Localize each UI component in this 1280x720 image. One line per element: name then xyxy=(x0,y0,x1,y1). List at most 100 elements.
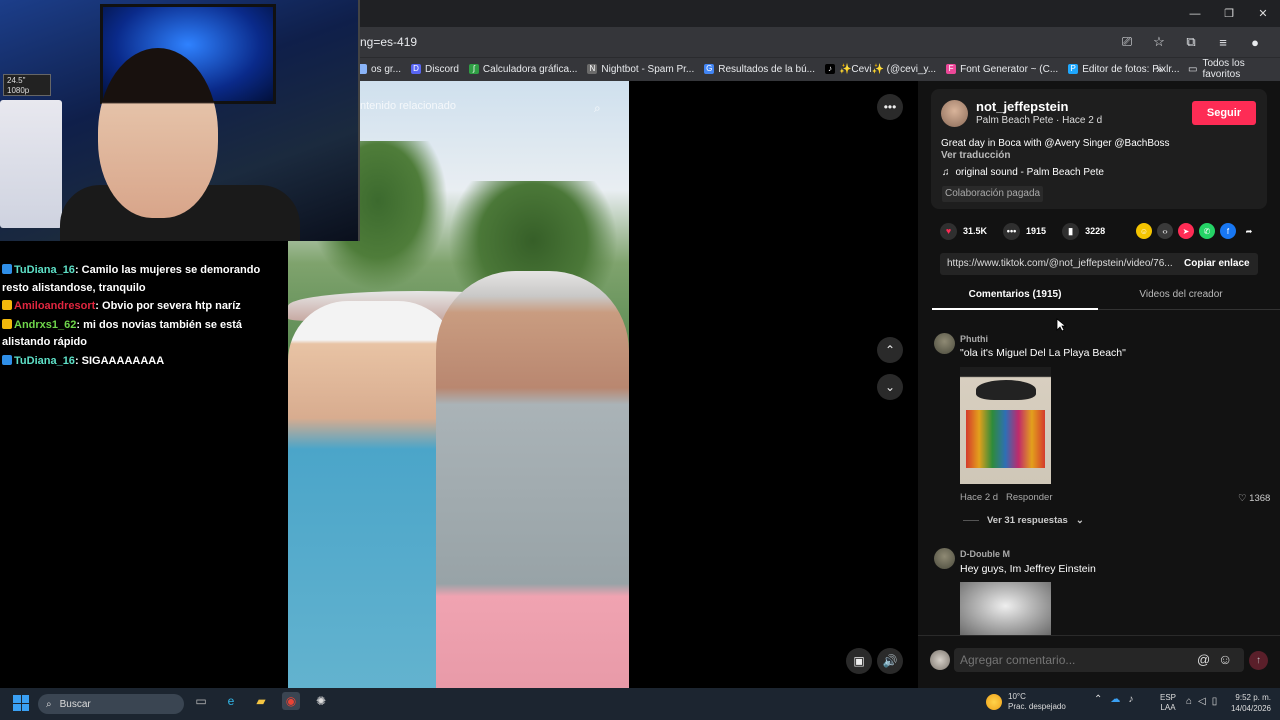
author-subline: Palm Beach Pete · Hace 2 d xyxy=(976,115,1103,126)
profile-icon[interactable]: ● xyxy=(1244,35,1266,50)
chat-message: Andrxs1_62: mi dos novias también se est… xyxy=(0,317,288,352)
address-bar-icons: ⎚ ☆ ⧉ ≡ ● ⋮ xyxy=(1116,27,1280,57)
menu-icon[interactable]: ⋮ xyxy=(1276,34,1280,50)
comment-like-button[interactable]: ♡ 1368 xyxy=(1238,493,1270,504)
taskbar-clock[interactable]: 9:52 p. m. 14/04/2026 xyxy=(1227,692,1271,714)
extensions-icon[interactable]: ⧉ xyxy=(1180,34,1202,50)
bookmarks-more-button[interactable]: » xyxy=(1156,57,1163,81)
commenter-username[interactable]: D-Double M xyxy=(960,549,1010,559)
task-view-icon[interactable]: ▭ xyxy=(192,692,210,710)
lang-secondary: LAA xyxy=(1160,703,1176,712)
bookmark-label: Resultados de la bú... xyxy=(718,63,815,75)
bookmark-item[interactable]: N Nightbot - Spam Pr... xyxy=(587,64,694,75)
music-note-icon: ♫ xyxy=(942,167,950,178)
like-button[interactable]: ♥ 31.5K xyxy=(940,222,988,240)
battery-icon[interactable]: ▯ xyxy=(1212,696,1218,707)
minimize-icon[interactable]: — xyxy=(1178,0,1212,27)
folder-icon: ▭ xyxy=(1188,63,1198,75)
volume-button[interactable]: 🔊 xyxy=(877,648,903,674)
pip-button[interactable]: ▣ xyxy=(846,648,872,674)
all-bookmarks-button[interactable]: ▭ Todos los favoritos xyxy=(1188,57,1280,81)
view-replies-button[interactable]: Ver 31 respuestas ⌄ xyxy=(963,515,1084,526)
edge-icon[interactable]: e xyxy=(222,692,240,710)
embed-icon[interactable]: ‹› xyxy=(1157,223,1173,239)
chat-badge-icon xyxy=(2,300,12,310)
restore-icon[interactable]: ❐ xyxy=(1212,0,1246,27)
save-count: 3228 xyxy=(1085,226,1106,236)
taskbar-search[interactable]: ⌕ Buscar xyxy=(38,694,184,714)
reply-button[interactable]: Responder xyxy=(1006,492,1052,503)
bookmark-item[interactable]: ♪ ✨Cevi✨ (@cevi_y... xyxy=(824,64,936,75)
bookmark-item[interactable]: F Font Generator ~ (C... xyxy=(946,64,1058,75)
comment-button[interactable]: ••• 1915 xyxy=(1003,222,1047,240)
microphone-icon[interactable]: ♪ xyxy=(1128,694,1133,705)
chrome-icon[interactable]: ◉ xyxy=(282,692,300,710)
onedrive-icon[interactable]: ☁ xyxy=(1110,694,1120,705)
send-icon[interactable]: ↑ xyxy=(1249,651,1268,670)
comment-like-count: 1368 xyxy=(1249,493,1271,504)
comment-text: "ola it's Miguel Del La Playa Beach" xyxy=(960,347,1126,359)
commenter-avatar[interactable] xyxy=(934,548,955,569)
author-username[interactable]: not_jeffepstein xyxy=(976,99,1068,114)
bookmark-item[interactable]: D Discord xyxy=(411,64,459,75)
bookmark-icon: ▮ xyxy=(1062,222,1080,240)
post-actions: ♥ 31.5K ••• 1915 ▮ 3228 xyxy=(940,222,1121,240)
tab-creator-videos[interactable]: Videos del creador xyxy=(1098,284,1264,310)
facebook-icon[interactable]: f xyxy=(1220,223,1236,239)
send-to-friend-icon[interactable]: ➤ xyxy=(1178,223,1194,239)
taskbar-apps: ▭ e ▰ ◉ ✺ xyxy=(192,692,330,710)
commenter-avatar[interactable] xyxy=(934,333,955,354)
share-icons: ☺ ‹› ➤ ✆ f ➦ xyxy=(1136,223,1257,239)
video-link[interactable]: https://www.tiktok.com/@not_jeffepstein/… xyxy=(947,253,1175,275)
bookmark-favicon-icon: P xyxy=(1068,64,1079,74)
like-count: 31.5K xyxy=(963,226,988,236)
heart-outline-icon: ♡ xyxy=(1238,493,1247,504)
emoji-icon[interactable]: ☺ xyxy=(1218,651,1232,667)
media-icon[interactable]: ≡ xyxy=(1212,35,1234,50)
webcam-monitor-label: 24.5" 1080p xyxy=(3,74,51,96)
search-icon[interactable]: ⌕ xyxy=(594,101,601,116)
webcam-overlay: 24.5" 1080p xyxy=(0,0,360,241)
url-field[interactable]: ng=es-419 xyxy=(360,27,417,57)
mention-icon[interactable]: @ xyxy=(1197,652,1210,667)
translate-link[interactable]: Ver traducción xyxy=(941,150,1010,161)
my-avatar xyxy=(930,650,950,670)
video-scene-woman xyxy=(288,301,458,688)
file-explorer-icon[interactable]: ▰ xyxy=(252,692,270,710)
tab-comments[interactable]: Comentarios (1915) xyxy=(932,284,1098,310)
next-video-button[interactable]: ⌄ xyxy=(877,374,903,400)
speaker-icon[interactable]: ◁ xyxy=(1198,696,1206,707)
chat-message: TuDiana_16: Camilo las mujeres se demora… xyxy=(0,262,288,297)
comment-count: 1915 xyxy=(1026,226,1047,236)
comment-image[interactable] xyxy=(960,582,1051,635)
sound-link[interactable]: ♫ original sound - Palm Beach Pete xyxy=(942,167,1104,178)
chevron-up-icon[interactable]: ⌃ xyxy=(1094,694,1102,705)
window-controls: — ❐ ✕ xyxy=(1178,0,1280,27)
repost-icon[interactable]: ☺ xyxy=(1136,223,1152,239)
app-icon[interactable]: ✺ xyxy=(312,692,330,710)
cast-icon[interactable]: ⎚ xyxy=(1116,34,1138,50)
close-icon[interactable]: ✕ xyxy=(1246,0,1280,27)
more-options-button[interactable]: ••• xyxy=(877,94,903,120)
bookmark-item[interactable]: ∫ Calculadora gráfica... xyxy=(468,64,577,75)
language-indicator[interactable]: ESP LAA xyxy=(1160,693,1176,713)
commenter-username[interactable]: Phuthi xyxy=(960,334,988,344)
comment-image-poncho xyxy=(966,410,1045,468)
bookmark-label: Font Generator ~ (C... xyxy=(960,63,1059,75)
windows-start-icon[interactable] xyxy=(13,695,29,711)
whatsapp-icon[interactable]: ✆ xyxy=(1199,223,1215,239)
bookmark-item[interactable]: os gr... xyxy=(357,64,401,75)
network-icon[interactable]: ⌂ xyxy=(1186,696,1192,707)
save-button[interactable]: ▮ 3228 xyxy=(1062,222,1106,240)
bookmarks-list: os gr... D Discord ∫ Calculadora gráfica... N… xyxy=(357,57,1179,81)
follow-button[interactable]: Seguir xyxy=(1192,101,1256,125)
previous-video-button[interactable]: ⌃ xyxy=(877,337,903,363)
share-arrow-icon[interactable]: ➦ xyxy=(1241,223,1257,239)
weather-widget[interactable]: 10°C Prac. despejado xyxy=(986,692,1066,712)
bookmark-favicon-icon: N xyxy=(587,64,598,74)
bookmark-favicon-icon: ∫ xyxy=(468,64,479,74)
bookmark-item[interactable]: G Resultados de la bú... xyxy=(704,64,815,75)
copy-link-button[interactable]: Copiar enlace xyxy=(1176,253,1258,275)
bookmark-star-icon[interactable]: ☆ xyxy=(1148,34,1170,50)
author-avatar[interactable] xyxy=(941,100,968,127)
